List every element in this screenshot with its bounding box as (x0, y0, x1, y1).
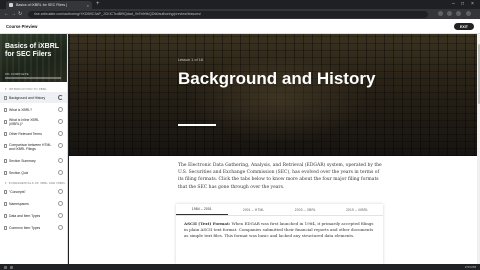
address-bar: ← → ↻ rise.articulate.com/authoring/YKDB… (0, 9, 480, 19)
title-divider (178, 124, 216, 126)
tab-close-icon[interactable]: × (87, 3, 89, 8)
in-progress-icon (58, 95, 63, 100)
profile-avatar[interactable] (456, 11, 461, 16)
sidebar-item-label: What is XBRL? (9, 107, 32, 112)
section-label: INTRODUCTION TO XBRL (8, 87, 47, 91)
sidebar-item-what-is-ixbrl[interactable]: What is Inline XBRL (iXBRL)? (0, 116, 67, 127)
sidebar-item-label: Common Item Types (9, 225, 41, 230)
browser-menu-icon[interactable] (466, 11, 471, 16)
url-text: rise.articulate.com/authoring/YKDB9C3aP_… (34, 12, 201, 16)
lesson-sidebar: Basics of iXBRL for SEC Filers 0% COMPLE… (0, 34, 68, 264)
section-header[interactable]: ▾ INTRODUCTION TO XBRL (5, 87, 47, 91)
status-circle-icon (58, 213, 63, 218)
minimize-button[interactable]: – (452, 1, 455, 7)
lesson-hero: Lesson 1 of 16 Background and History (69, 34, 480, 156)
close-window-button[interactable]: × (471, 1, 474, 7)
status-circle-icon (58, 201, 63, 206)
lesson-content: Lesson 1 of 16 Background and History Th… (69, 34, 480, 264)
status-circle-icon (58, 143, 63, 148)
tab-2019-ixbrl[interactable]: 2019 – iXBRL (331, 204, 383, 215)
sidebar-item-label: Other Relevant Terms (9, 131, 42, 136)
sidebar-item-label: Section Quiz (9, 170, 29, 175)
document-icon (4, 120, 7, 124)
document-icon (4, 226, 7, 230)
course-banner: Basics of iXBRL for SEC Filers 0% COMPLE… (0, 34, 67, 82)
course-preview-label: Course Preview (6, 24, 38, 29)
document-icon (4, 190, 7, 194)
sidebar-item-label: Comparison between HTML and iXBRL Filing… (9, 143, 52, 151)
forward-button[interactable]: → (11, 11, 16, 17)
document-icon (4, 214, 7, 218)
sidebar-item-what-is-xbrl[interactable]: What is XBRL? (0, 104, 67, 115)
chevron-down-icon: ▾ (5, 87, 7, 91)
sidebar-item-data-item-types[interactable]: Data and Item Types (0, 210, 67, 221)
document-icon (4, 159, 7, 163)
tabs-block: 1984 – 2001 2001 – HTML 2003 – XBRL 2019… (176, 204, 383, 264)
extension-icon[interactable] (447, 11, 452, 16)
tab-content: ASCII (Text) Format: When EDGAR was firs… (184, 221, 376, 240)
favicon-icon (9, 3, 13, 7)
status-circle-icon (58, 225, 63, 230)
reload-button[interactable]: ↻ (18, 11, 22, 17)
tab-2001-html[interactable]: 2001 – HTML (228, 204, 280, 215)
sidebar-item-background[interactable]: Background and History (0, 92, 67, 103)
sidebar-item-label: Background and History (9, 95, 46, 100)
progress-label: 0% COMPLETE (5, 72, 29, 76)
back-button[interactable]: ← (4, 11, 9, 17)
tab-2003-xbrl[interactable]: 2003 – XBRL (280, 204, 332, 215)
sidebar-item-comparison[interactable]: Comparison between HTML and iXBRL Filing… (0, 140, 67, 154)
course-title: Basics of iXBRL for SEC Filers (5, 43, 59, 58)
document-icon (4, 132, 7, 136)
hero-overlay (69, 34, 480, 156)
lesson-title: Background and History (178, 69, 376, 88)
document-icon (4, 96, 7, 100)
status-circle-icon (58, 119, 63, 124)
sidebar-item-common-item-types[interactable]: Common Item Types (0, 222, 67, 233)
progress-bar (5, 77, 61, 79)
status-circle-icon (58, 158, 63, 163)
sidebar-item-section-quiz[interactable]: Section Quiz (0, 167, 67, 178)
status-circle-icon (58, 170, 63, 175)
exit-button[interactable]: EXIT (454, 23, 474, 30)
sidebar-item-other-terms[interactable]: Other Relevant Terms (0, 128, 67, 139)
maximize-button[interactable]: □ (461, 1, 464, 7)
status-circle-icon (58, 131, 63, 136)
sidebar-item-label: Namespaces (9, 201, 29, 206)
sidebar-item-label: Section Summary (9, 158, 36, 163)
document-icon (4, 108, 7, 112)
document-icon (4, 202, 7, 206)
taskbar: 2:54 PM (0, 264, 480, 270)
scroll-thumb[interactable] (477, 44, 480, 104)
sidebar-item-label: "Concepts" (9, 189, 26, 194)
status-circle-icon (58, 107, 63, 112)
browser-tab[interactable]: Basics of iXBRL for SEC Filers | × (6, 1, 92, 9)
section-label: FUNDAMENTALS OF XBRL AND iXBRL (8, 181, 66, 185)
document-icon (4, 144, 7, 148)
browser-tabstrip: Basics of iXBRL for SEC Filers | × + – □… (0, 0, 480, 9)
extension-icon[interactable] (438, 11, 443, 16)
url-input[interactable]: rise.articulate.com/authoring/YKDB9C3aP_… (28, 10, 428, 18)
status-circle-icon (58, 189, 63, 194)
lesson-counter: Lesson 1 of 16 (178, 58, 204, 62)
start-icon[interactable] (4, 265, 7, 269)
new-tab-button[interactable]: + (96, 1, 100, 8)
sidebar-item-section-summary[interactable]: Section Summary (0, 155, 67, 166)
section-header[interactable]: ▾ FUNDAMENTALS OF XBRL AND iXBRL (5, 181, 65, 185)
tab-title: Basics of iXBRL for SEC Filers | (16, 3, 67, 7)
tabs-row: 1984 – 2001 2001 – HTML 2003 – XBRL 2019… (176, 204, 383, 216)
search-icon[interactable] (10, 265, 13, 269)
clock: 2:54 PM (464, 265, 476, 269)
intro-paragraph: The Electronic Data Gathering, Analysis,… (178, 163, 382, 190)
chevron-down-icon: ▾ (5, 181, 7, 185)
app-header: Course Preview EXIT (0, 19, 480, 34)
sidebar-item-label: What is Inline XBRL (iXBRL)? (9, 117, 40, 126)
quiz-icon (4, 171, 7, 175)
tab-content-heading: ASCII (Text) Format: (184, 221, 231, 226)
sidebar-item-concepts[interactable]: "Concepts" (0, 186, 67, 197)
sidebar-item-label: Data and Item Types (9, 213, 41, 218)
tab-1984-2001[interactable]: 1984 – 2001 (176, 204, 228, 215)
sidebar-item-namespaces[interactable]: Namespaces (0, 198, 67, 209)
